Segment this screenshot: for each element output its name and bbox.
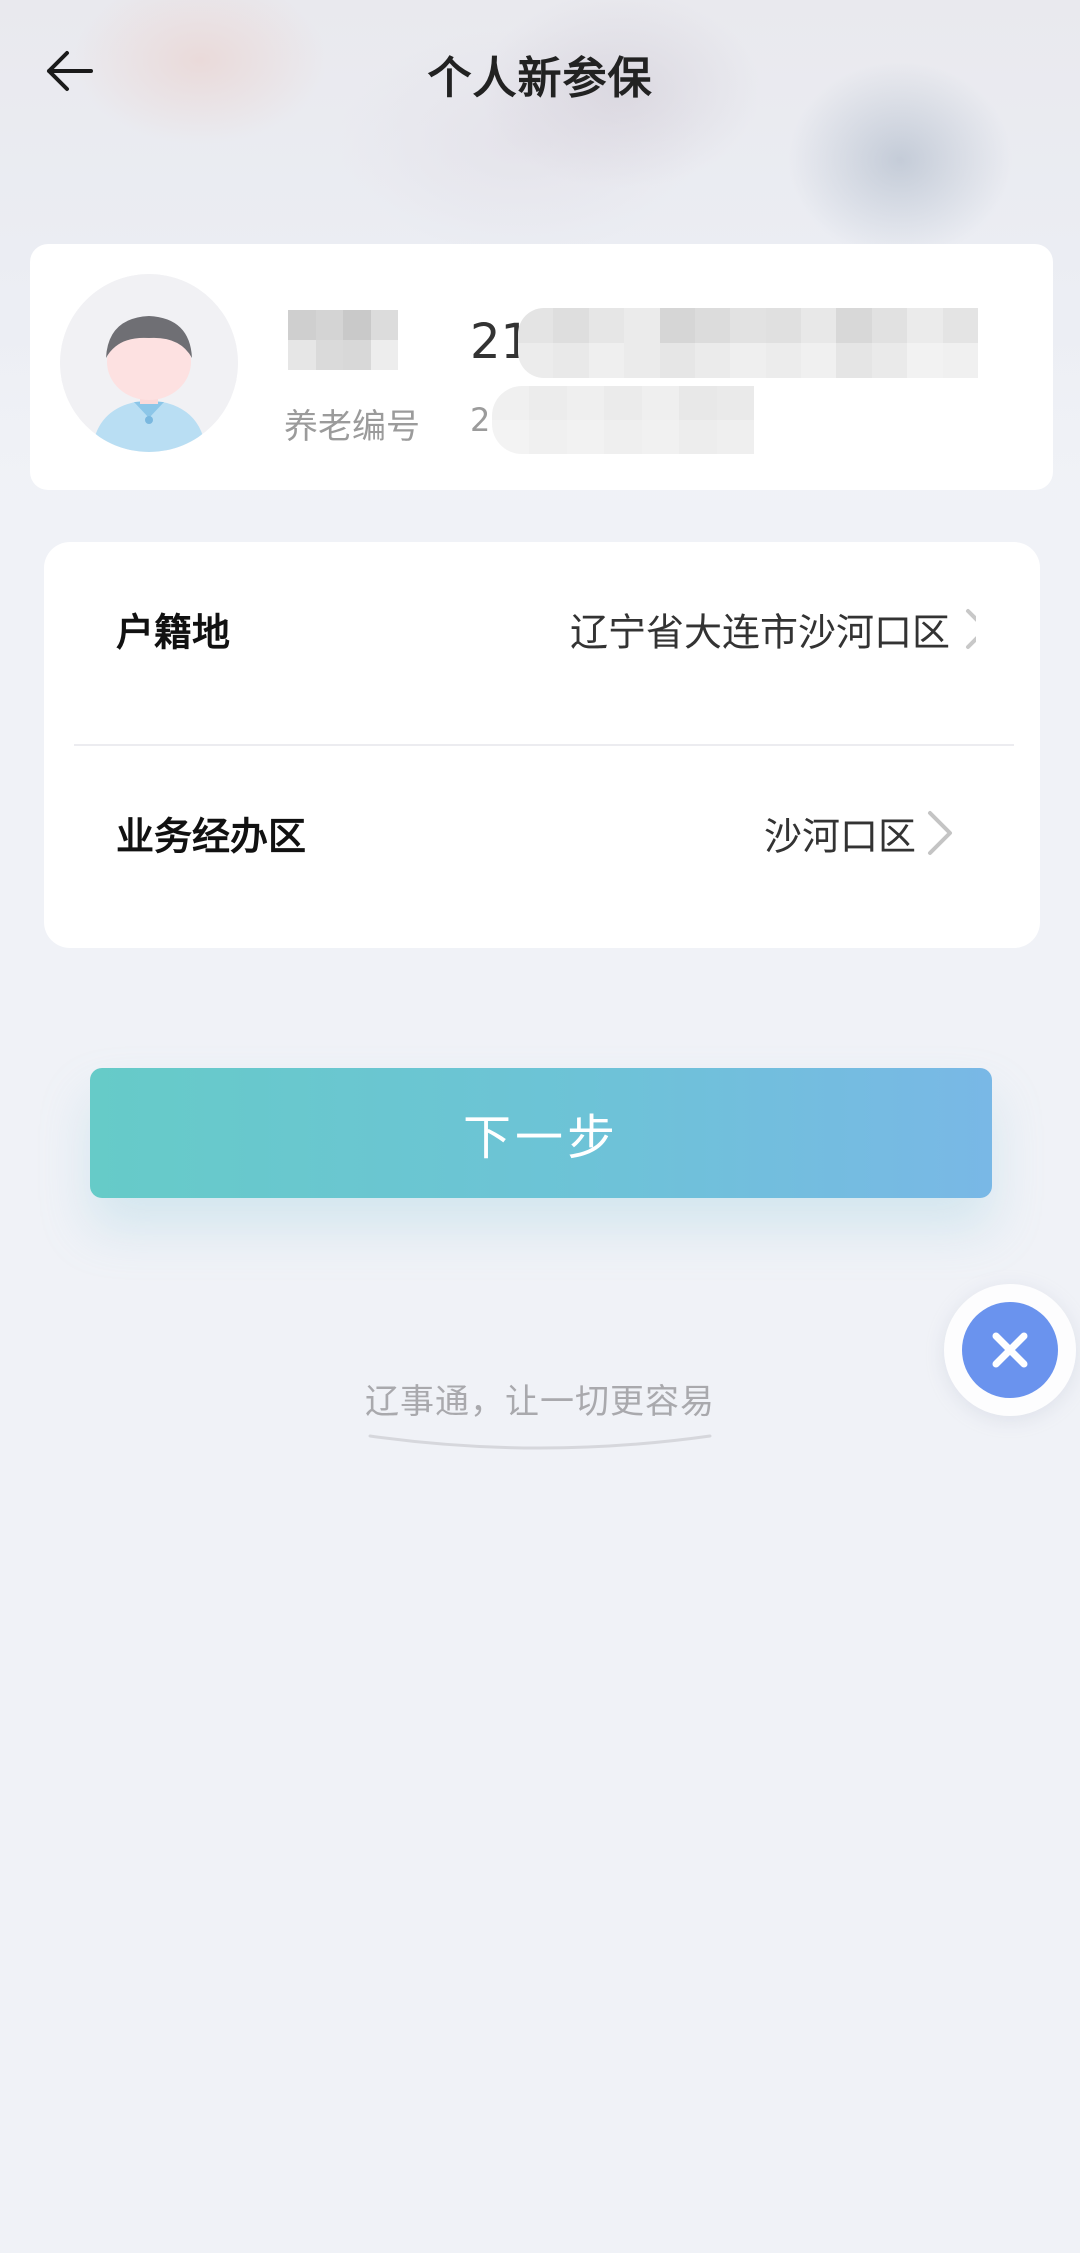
chevron-right-icon [964,607,976,651]
close-icon [992,1332,1028,1368]
pension-number-prefix: 2 [470,401,491,439]
household-value: 辽宁省大连市沙河口区 [569,610,950,655]
business-area-row[interactable]: 业务经办区 沙河口区 [44,746,1040,920]
footer-slogan: 辽事通，让一切更容易 [365,1382,715,1422]
avatar [60,274,238,452]
next-step-button[interactable]: 下一步 [90,1068,992,1198]
user-avatar-icon [60,274,238,452]
form-card: 户籍地 辽宁省大连市沙河口区 业务经办区 沙河口区 [44,542,1040,948]
household-label: 户籍地 [116,610,231,655]
chevron-right-icon [928,811,952,855]
household-row[interactable]: 户籍地 辽宁省大连市沙河口区 [44,542,1040,716]
business-area-value: 沙河口区 [763,814,916,859]
user-info-card: 21 养老编号 2 [30,244,1053,490]
name-redacted [288,310,398,370]
page-title: 个人新参保 [427,53,653,104]
id-number-redacted [518,308,978,378]
pension-number-redacted [492,386,754,454]
business-area-label: 业务经办区 [116,814,307,859]
pension-number-label: 养老编号 [284,407,420,447]
slogan-underline [368,1434,712,1450]
